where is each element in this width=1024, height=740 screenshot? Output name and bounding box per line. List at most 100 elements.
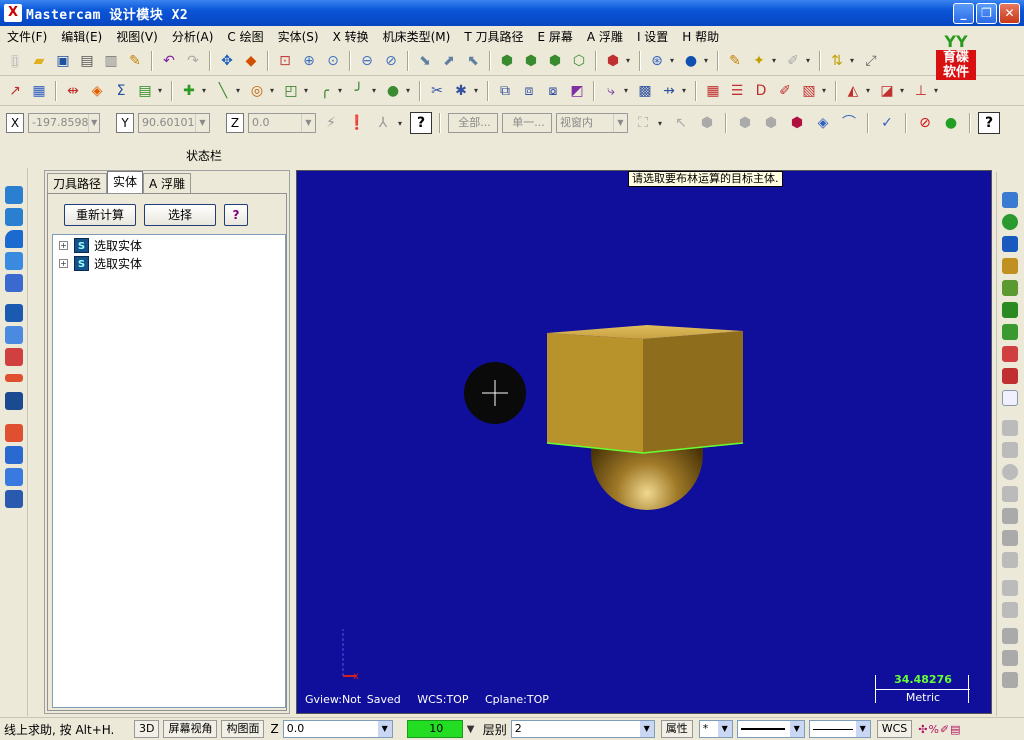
menu-toolpaths[interactable]: T 刀具路径 [457, 28, 530, 45]
menu-view[interactable]: 视图(V) [109, 28, 165, 45]
solid-extrude-icon[interactable] [1002, 192, 1018, 208]
shell-icon[interactable] [5, 304, 23, 322]
thicken-icon[interactable] [5, 374, 23, 382]
menu-xform[interactable]: X 转换 [326, 28, 376, 45]
surface-icon[interactable]: ◭ [842, 80, 864, 102]
globe-icon[interactable]: ⊛ [646, 50, 668, 72]
zoom-window-icon[interactable]: ⊕ [298, 50, 320, 72]
edge-select-icon[interactable]: ⌒ [838, 112, 860, 134]
fillet-icon[interactable]: ╭ [314, 80, 336, 102]
gview-icon[interactable]: ⬊ [414, 50, 436, 72]
circle-icon[interactable]: ◎ [246, 80, 268, 102]
xform-mirror-icon[interactable]: ⧇ [542, 80, 564, 102]
solid-icon[interactable]: ◪ [876, 80, 898, 102]
wcs-button[interactable]: WCS [876, 720, 913, 738]
level-icon[interactable]: ▤ [134, 80, 156, 102]
xform-scale-icon[interactable]: ◩ [566, 80, 588, 102]
view-cube-icon[interactable]: ⬢ [602, 50, 624, 72]
array-icon[interactable]: ▩ [634, 80, 656, 102]
top-cube-icon[interactable]: ⬢ [520, 50, 542, 72]
minimize-button[interactable]: _ [953, 3, 974, 24]
gray-step2-icon[interactable] [1002, 602, 1018, 618]
stretch-icon[interactable]: ⇸ [658, 80, 680, 102]
chamfer-icon[interactable]: ╯ [348, 80, 370, 102]
fit-icon[interactable]: ⊡ [274, 50, 296, 72]
cube-red2-icon[interactable] [1002, 368, 1018, 384]
trim-solid-icon[interactable] [5, 326, 23, 344]
zoom-out-icon[interactable]: ⊘ [380, 50, 402, 72]
tab-solids[interactable]: 实体 [107, 171, 144, 193]
analyze-icon[interactable]: ↗ [4, 80, 26, 102]
redo-icon[interactable]: ↷ [182, 50, 204, 72]
revolve-icon[interactable] [5, 208, 23, 226]
gray-box-icon[interactable] [1002, 628, 1018, 644]
autocursor-icon[interactable]: ⅄ [372, 112, 394, 134]
layers-icon[interactable] [1002, 258, 1018, 274]
window-mode-select[interactable]: 视窗内 ▼ [556, 113, 628, 133]
find-features-icon[interactable] [5, 468, 23, 486]
undo-icon[interactable]: ↶ [158, 50, 180, 72]
help2-icon[interactable]: ? [978, 112, 1000, 134]
line-style-select[interactable]: ▼ [736, 720, 805, 738]
gview-side-icon[interactable]: ⬈ [438, 50, 460, 72]
gray-circle-icon[interactable] [1002, 464, 1018, 480]
save-icon[interactable]: ▣ [52, 50, 74, 72]
face-select-icon[interactable]: ◈ [812, 112, 834, 134]
new-file-icon[interactable]: ▯ [4, 50, 26, 72]
drill-icon[interactable]: ⊥ [910, 80, 932, 102]
select-button[interactable]: 选择 [144, 204, 216, 226]
3d-button[interactable]: 3D [134, 720, 160, 738]
verify-icon[interactable]: ⛶ [632, 112, 654, 134]
print-preview-icon[interactable]: ▥ [100, 50, 122, 72]
trim-icon[interactable]: ✂ [426, 80, 448, 102]
line-width-select[interactable]: ▼ [808, 720, 871, 738]
cursor-arrow-icon[interactable]: ↖ [670, 112, 692, 134]
tab-toolpaths[interactable]: 刀具路径 [47, 173, 108, 193]
fillet-solid-icon[interactable] [5, 274, 23, 292]
gray-plus-icon[interactable] [1002, 420, 1018, 436]
menu-machine-type[interactable]: 机床类型(M) [376, 28, 458, 45]
cancel-icon[interactable]: ⊘ [914, 112, 936, 134]
solid-list-icon[interactable] [5, 490, 23, 508]
zoom-target-icon[interactable]: ⊙ [322, 50, 344, 72]
gview-iso-icon[interactable]: ⬉ [462, 50, 484, 72]
layer-field[interactable]: 2 ▼ [510, 720, 655, 738]
construction-plane-button[interactable]: 构图面 [221, 720, 265, 738]
loft-icon[interactable] [5, 252, 23, 270]
expand-icon[interactable]: + [59, 258, 68, 268]
layout-icon[interactable] [5, 446, 23, 464]
point-icon[interactable]: ✚ [178, 80, 200, 102]
point-style-select[interactable]: * ▼ [698, 720, 733, 738]
close-button[interactable]: ✕ [999, 3, 1020, 24]
cube-green-icon[interactable] [1002, 324, 1018, 340]
recalculate-button[interactable]: 重新计算 [64, 204, 136, 226]
z-depth-field[interactable]: 0.0 ▼ [282, 720, 393, 738]
graphics-viewport[interactable]: 请选取要布林运算的目标主体. x Gview:Not Saved WCS:TOP… [296, 170, 992, 714]
break-icon[interactable]: ✱ [450, 80, 472, 102]
menu-edit[interactable]: 编辑(E) [54, 28, 109, 45]
menu-solids[interactable]: 实体(S) [271, 28, 326, 45]
expand-icon[interactable]: + [59, 240, 68, 250]
xform-rotate-icon[interactable]: ⧈ [518, 80, 540, 102]
cube-red-icon[interactable] [1002, 346, 1018, 362]
line-icon[interactable]: ╲ [212, 80, 234, 102]
gray-arc-icon[interactable] [1002, 486, 1018, 502]
groups-icon[interactable]: ✣%✐▤ [914, 723, 965, 736]
color-dropdown-icon[interactable]: ▼ [467, 724, 475, 735]
check-icon[interactable]: ✓ [876, 112, 898, 134]
hex-gray2-icon[interactable]: ⬢ [760, 112, 782, 134]
color-field[interactable]: 10 [406, 720, 463, 738]
right-cube-icon[interactable]: ⬡ [568, 50, 590, 72]
arrows-icon[interactable]: ⇅ [826, 50, 848, 72]
gray-shape-icon[interactable] [1002, 530, 1018, 546]
gray-step-icon[interactable] [1002, 580, 1018, 596]
print-icon[interactable]: ▤ [76, 50, 98, 72]
menu-create[interactable]: C 绘图 [220, 28, 270, 45]
y-coordinate-field[interactable]: 90.60101 ▼ [138, 113, 210, 133]
ok-icon[interactable]: ● [940, 112, 962, 134]
properties-icon[interactable]: ✎ [124, 50, 146, 72]
arrow-up-icon[interactable] [1002, 236, 1018, 252]
dimension-d-icon[interactable]: D [750, 80, 772, 102]
menu-art[interactable]: A 浮雕 [580, 28, 630, 45]
pencil-icon[interactable]: ✎ [724, 50, 746, 72]
